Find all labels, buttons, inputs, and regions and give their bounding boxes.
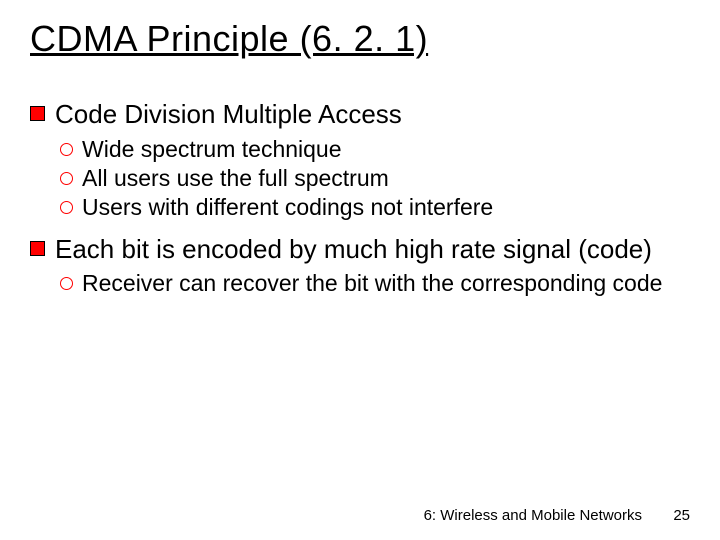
slide-title: CDMA Principle (6. 2. 1) xyxy=(30,18,428,60)
bullet-text: All users use the full spectrum xyxy=(82,164,690,193)
bullet-level1: Code Division Multiple Access xyxy=(30,98,690,131)
bullet-level2: Wide spectrum technique xyxy=(60,135,690,164)
bullet-text: Wide spectrum technique xyxy=(82,135,690,164)
bullet-level2: All users use the full spectrum xyxy=(60,164,690,193)
bullet-text: Code Division Multiple Access xyxy=(55,98,690,131)
bullet-text: Each bit is encoded by much high rate si… xyxy=(55,233,690,266)
footer-page-number: 25 xyxy=(670,507,690,524)
square-bullet-icon xyxy=(30,241,45,256)
slide-footer: 6: Wireless and Mobile Networks 25 xyxy=(424,507,690,524)
slide: CDMA Principle (6. 2. 1) Code Division M… xyxy=(0,0,720,540)
bullet-level1: Each bit is encoded by much high rate si… xyxy=(30,233,690,266)
circle-bullet-icon xyxy=(60,277,73,290)
circle-bullet-icon xyxy=(60,201,73,214)
square-bullet-icon xyxy=(30,106,45,121)
bullet-text: Receiver can recover the bit with the co… xyxy=(82,269,690,298)
bullet-level2: Receiver can recover the bit with the co… xyxy=(60,269,690,298)
footer-section: 6: Wireless and Mobile Networks xyxy=(424,507,642,524)
circle-bullet-icon xyxy=(60,143,73,156)
bullet-text: Users with different codings not interfe… xyxy=(82,193,690,222)
slide-body: Code Division Multiple Access Wide spect… xyxy=(30,92,690,299)
circle-bullet-icon xyxy=(60,172,73,185)
bullet-level2: Users with different codings not interfe… xyxy=(60,193,690,222)
